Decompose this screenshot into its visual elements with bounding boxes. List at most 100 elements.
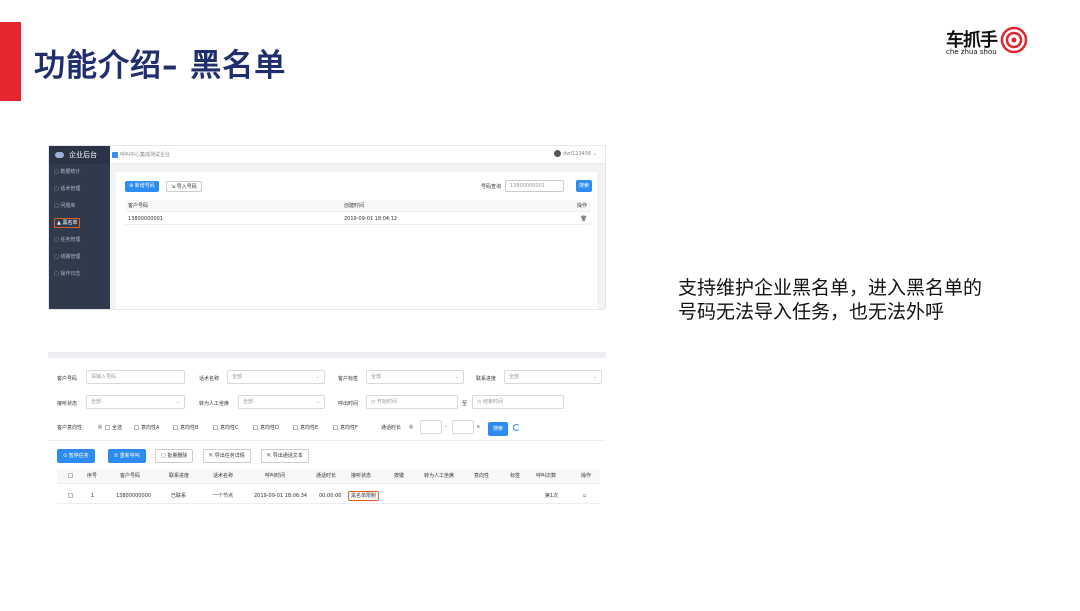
filter-label: 话术名称 <box>199 376 220 382</box>
info-icon: ◎ <box>98 424 103 430</box>
table-row: 13800000001 2019-09-01 18:04:12 🗑 <box>125 213 591 225</box>
intent-checkbox[interactable]: 全选 <box>105 424 122 431</box>
menu-icon[interactable] <box>112 151 118 158</box>
column-header: 操作 <box>576 203 587 209</box>
batch-delete-button[interactable]: ▢ 批量删除 <box>155 449 194 463</box>
start-time-input[interactable]: ◷ 开始时间 <box>366 395 458 409</box>
sidebar-brand: 企业后台 <box>49 146 110 164</box>
sidebar-item-blacklist[interactable]: ▲ 黑名单 <box>49 215 110 232</box>
refresh-icon[interactable] <box>513 424 520 431</box>
column-header: 创建时间 <box>344 203 365 209</box>
column-header: 操作 <box>581 473 592 479</box>
title-accent-bar <box>0 22 21 101</box>
customer-phone-input[interactable]: 请输入号码 <box>86 370 185 384</box>
export-call-text-button[interactable]: ⇱ 导出通话文本 <box>261 449 309 463</box>
sidebar-item-logs[interactable]: ▢ 操作日志 <box>49 266 110 283</box>
select-value: 全部 <box>232 374 243 380</box>
count-cell: 第1次 <box>545 493 559 499</box>
breadcrumb-label: 呼叫中心集成测试企业 <box>120 152 171 158</box>
column-header: 客户号码 <box>120 473 141 479</box>
placeholder: 开始时间 <box>376 399 397 405</box>
placeholder: 结束时间 <box>482 399 503 405</box>
export-task-detail-button[interactable]: ⇱ 导出任务详情 <box>203 449 251 463</box>
divider <box>48 440 606 441</box>
add-number-button[interactable]: ⊕ 新增号码 <box>125 181 159 192</box>
sidebar-item-label: 数据统计 <box>60 169 81 175</box>
pause-task-button[interactable]: ⊙ 暂停任务 <box>57 449 95 463</box>
chevron-down-icon: ⌄ <box>315 399 320 405</box>
created-cell: 2019-09-01 18:04:12 <box>344 216 398 222</box>
button-label: 批量删除 <box>167 453 188 459</box>
select-value: 全部 <box>371 374 382 380</box>
intent-checkbox[interactable]: 意向性F <box>333 424 358 431</box>
filter-label: 客户意向性 <box>57 425 83 431</box>
sidebar-item-lines[interactable]: ▢ 线路管理 <box>49 249 110 266</box>
select-all-checkbox[interactable] <box>68 469 75 484</box>
button-label: 新增号码 <box>134 183 155 189</box>
answer-status-select[interactable]: 全部 ⌄ <box>86 395 185 409</box>
end-time-input[interactable]: ◷ 结束时间 <box>472 395 564 409</box>
column-header: 序号 <box>87 473 98 479</box>
select-value: 全部 <box>243 399 254 405</box>
sidebar-item-stats[interactable]: ▢ 数据统计 <box>49 164 110 181</box>
transfer-select[interactable]: 全部 ⌄ <box>238 395 325 409</box>
phone-cell: 13800000000 <box>116 493 151 499</box>
search-button[interactable]: 搜索 <box>488 422 508 436</box>
query-input[interactable]: 13800000001 <box>505 180 564 192</box>
blacklist-screenshot: 企业后台 ▢ 数据统计 ▢ 话术管理 ▢ 问题库 ▲ 黑名单 ▢ 任务管理 ▢ … <box>48 145 606 310</box>
intent-checkbox[interactable]: 意向性D <box>253 424 279 431</box>
sidebar-item-tasks[interactable]: ▢ 任务管理 <box>49 232 110 249</box>
row-action-icon[interactable]: ▫ <box>583 489 586 504</box>
intent-checkbox[interactable]: 意向性A <box>134 424 159 431</box>
row-checkbox[interactable] <box>68 489 75 504</box>
brand-logo: 车抓手 che zhua shou <box>944 26 1028 60</box>
time-cell: 2019-09-01 18:06:34 <box>254 493 308 499</box>
query-label: 号码查询 <box>481 184 502 190</box>
filter-label: 转为人工坐席 <box>199 401 230 407</box>
duration-cell: 00:00:00 <box>319 493 342 499</box>
logo-emblem-icon <box>1000 26 1028 54</box>
column-header: 按键 <box>394 473 405 479</box>
cloud-icon <box>55 152 64 158</box>
sidebar-item-label: 黑名单 <box>62 220 78 226</box>
task-detail-screenshot: 客户号码 请输入号码 话术名称 全部 ⌄ 客户标签 全部 ⌄ 联系进度 全部 ⌄ 接听… <box>48 352 606 509</box>
sidebar-item-label: 问题库 <box>60 203 76 209</box>
description-line: 号码无法导入任务，也无法外呼 <box>678 301 945 323</box>
trash-icon[interactable]: 🗑 <box>581 213 587 225</box>
sidebar-item-questions[interactable]: ▢ 问题库 <box>49 198 110 215</box>
filter-label: 呼出时间 <box>338 401 359 407</box>
logo-subtext: che zhua shou <box>946 48 997 56</box>
intent-checkbox[interactable]: 意向性E <box>293 424 318 431</box>
search-button[interactable]: 搜索 <box>576 180 592 192</box>
top-bar: 呼叫中心集成测试企业 dwf123456 ⌄ <box>110 146 605 164</box>
chevron-down-icon: ⌄ <box>592 374 597 380</box>
column-header: 标签 <box>510 473 521 479</box>
column-header: 客户号码 <box>128 203 149 209</box>
sidebar-item-scripts[interactable]: ▢ 话术管理 <box>49 181 110 198</box>
duration-min-input[interactable] <box>420 420 442 434</box>
duration-max-input[interactable] <box>452 420 474 434</box>
tag-select[interactable]: 全部 ⌄ <box>366 370 464 384</box>
user-menu[interactable]: dwf123456 ⌄ <box>554 150 597 157</box>
button-label: 暂停任务 <box>68 453 89 459</box>
recall-button[interactable]: ✆ 重新呼叫 <box>108 449 146 463</box>
button-label: 导入号码 <box>176 184 197 190</box>
checkbox-label: 全选 <box>112 425 123 431</box>
chevron-down-icon: ⌄ <box>175 399 180 405</box>
progress-select[interactable]: 全部 ⌄ <box>504 370 602 384</box>
sidebar-item-label: 任务管理 <box>60 237 81 243</box>
script-select[interactable]: 全部 ⌄ <box>227 370 325 384</box>
feature-description: 支持维护企业黑名单，进入黑名单的 号码无法导入任务，也无法外呼 <box>678 276 1018 324</box>
username: dwf123456 <box>563 151 592 157</box>
description-line: 支持维护企业黑名单，进入黑名单的 <box>678 277 983 299</box>
blacklist-card: ⊕ 新增号码 ⇲ 导入号码 号码查询 13800000001 搜索 客户号码 创… <box>116 172 597 309</box>
button-label: 导出通话文本 <box>272 453 303 459</box>
checkbox-label: 意向性D <box>260 425 279 431</box>
intent-checkbox[interactable]: 意向性B <box>173 424 198 431</box>
import-number-button[interactable]: ⇲ 导入号码 <box>166 181 202 192</box>
intent-checkbox[interactable]: 意向性C <box>213 424 239 431</box>
answer-status-cell: 黑名单限制 <box>348 491 380 501</box>
checkbox-label: 意向性E <box>300 425 319 431</box>
select-value: 全部 <box>509 374 520 380</box>
info-icon: ◎ <box>409 424 414 430</box>
